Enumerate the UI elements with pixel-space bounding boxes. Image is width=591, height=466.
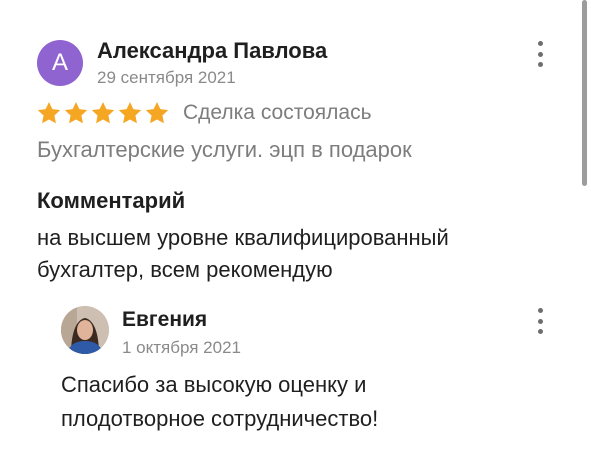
reply-avatar[interactable]: [61, 306, 109, 354]
reply-avatar-photo: [61, 306, 109, 354]
more-vertical-icon-dot: [537, 51, 543, 57]
comment-heading: Комментарий: [37, 188, 186, 213]
rating-row: Сделка состоялась: [36, 100, 372, 126]
reply-more-menu-button[interactable]: [534, 308, 546, 334]
star-icon: [37, 101, 61, 124]
service-title: Бухгалтерские услуги. эцп в подарок: [37, 137, 412, 162]
deal-status: Сделка состоялась: [183, 101, 372, 124]
review-card: А Александра Павлова 29 сентября 2021 Сд…: [0, 0, 591, 466]
reply-author-name[interactable]: Евгения: [122, 308, 207, 332]
more-vertical-icon: [537, 308, 543, 313]
star-icon: [91, 101, 115, 124]
author-avatar[interactable]: А: [37, 40, 83, 86]
review-more-menu-button[interactable]: [534, 41, 546, 67]
more-vertical-icon-dot: [537, 62, 543, 67]
rating-stars: [36, 100, 171, 126]
comment-text: на высшем уровне квалифицированный бухга…: [37, 225, 449, 282]
author-name[interactable]: Александра Павлова: [97, 38, 327, 64]
reply-text: Спасибо за высокую оценку и плодотворное…: [61, 372, 379, 431]
scrollbar[interactable]: [582, 0, 587, 186]
review-date: 29 сентября 2021: [97, 68, 236, 87]
reply-date: 1 октября 2021: [122, 338, 241, 357]
star-icon: [118, 101, 142, 124]
more-vertical-icon-dot: [537, 329, 543, 334]
star-icon: [145, 101, 169, 124]
star-icon: [64, 101, 88, 124]
more-vertical-icon-dot: [537, 318, 543, 324]
more-vertical-icon: [537, 41, 543, 46]
